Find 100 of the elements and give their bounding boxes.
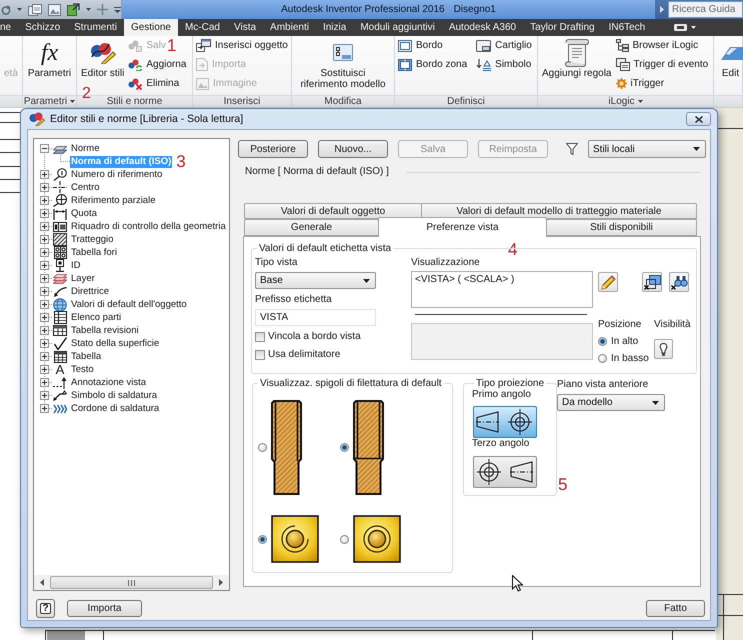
ribbon-button[interactable]: fx Parametri	[26, 36, 74, 79]
tree-item[interactable]: Stato della superficie	[52, 338, 160, 350]
style-filter-dropdown[interactable]: Stili locali	[588, 140, 706, 158]
menu-caret-icon[interactable]	[114, 6, 121, 12]
ribbon-button[interactable]: Aggiorna	[127, 56, 188, 73]
ribbon-tab[interactable]: Vista	[226, 19, 264, 36]
expand-icon[interactable]	[40, 248, 49, 257]
visibility-button[interactable]	[654, 339, 673, 359]
tree-item[interactable]: Tabella fori	[52, 246, 118, 258]
tree-item[interactable]: Numero di riferimento	[52, 168, 164, 180]
tree-item[interactable]: Simbolo di saldatura	[52, 390, 158, 402]
picture-icon[interactable]	[48, 4, 61, 16]
expand-icon[interactable]	[40, 365, 49, 374]
expand-icon[interactable]	[40, 261, 49, 270]
expand-icon[interactable]	[40, 209, 49, 218]
expand-icon[interactable]	[40, 339, 49, 348]
panel-toggle-icon[interactable]	[674, 24, 696, 31]
ribbon-tab[interactable]: Moduli aggiuntivi	[353, 19, 442, 36]
dialog-button[interactable]: Fatto	[646, 600, 705, 617]
document-icon[interactable]	[28, 4, 42, 16]
tree-item[interactable]: Tabella	[52, 350, 102, 362]
ribbon-button[interactable]: Simbolo	[475, 56, 532, 73]
ribbon-tab[interactable]: Autodesk A360	[442, 19, 524, 36]
caret-icon[interactable]	[86, 8, 91, 11]
expand-icon[interactable]	[40, 404, 49, 413]
tree-item[interactable]: Tratteggio	[52, 234, 114, 246]
ribbon-tab[interactable]: Inizia	[316, 19, 354, 36]
tree-item[interactable]: A Testo	[52, 364, 95, 376]
filter-icon[interactable]	[566, 143, 578, 155]
expand-icon[interactable]	[40, 352, 49, 361]
ribbon-button[interactable]: Bordo zona	[397, 56, 468, 73]
tree-item[interactable]: Riferimento parziale	[52, 194, 156, 206]
expand-icon[interactable]	[40, 300, 49, 309]
scrollbar-thumb[interactable]	[50, 576, 213, 589]
collapse-icon[interactable]	[40, 144, 49, 153]
label-format-field[interactable]: <VISTA> ( <SCALA> )	[411, 271, 593, 308]
expand-icon[interactable]	[40, 170, 49, 179]
ribbon-button[interactable]: Trigger di evento	[614, 56, 710, 73]
tab[interactable]: Preferenze vista	[378, 217, 547, 237]
ribbon-button[interactable]: Editor stili	[79, 36, 126, 79]
tab[interactable]: Valori di default modello di tratteggio materiale	[421, 203, 697, 219]
tab[interactable]: Stili disponibili	[546, 219, 697, 236]
tree-item[interactable]: Elenco parti	[52, 312, 122, 324]
ribbon-tab[interactable]: Taylor Drafting	[523, 19, 602, 36]
dropdown-arrow-icon[interactable]	[70, 100, 76, 103]
ribbon-button[interactable]: Edit	[716, 36, 743, 79]
ribbon-tab[interactable]: Strumenti	[67, 19, 124, 36]
expand-icon[interactable]	[40, 313, 49, 322]
radio-button[interactable]	[258, 443, 267, 452]
expand-icon[interactable]	[40, 391, 49, 400]
caret-icon[interactable]	[17, 8, 22, 11]
ribbon-tab[interactable]: Schizzo	[18, 19, 68, 36]
toolbar-button[interactable]: Nuovo...	[318, 140, 388, 158]
ribbon-button[interactable]: Browser iLogic	[614, 37, 700, 54]
radio-button[interactable]	[340, 534, 349, 544]
projection-button[interactable]	[473, 456, 537, 488]
tree-item[interactable]: Centro	[52, 182, 101, 194]
expand-icon[interactable]	[40, 183, 49, 192]
ribbon-tab[interactable]: Gestione	[124, 19, 178, 36]
tree-item[interactable]: ID	[52, 260, 82, 272]
tab[interactable]: Generale	[244, 219, 379, 236]
tab[interactable]: Valori di default oggetto	[244, 203, 422, 219]
scroll-right-icon[interactable]	[219, 579, 223, 586]
tree-item[interactable]: Valori di default dell'oggetto	[52, 298, 188, 310]
dialog-button[interactable]: Importa	[67, 600, 142, 617]
prefix-field[interactable]: VISTA	[255, 309, 376, 326]
ribbon-button[interactable]: Elimina	[127, 75, 180, 92]
expand-icon[interactable]	[40, 378, 49, 387]
expand-icon[interactable]	[40, 196, 49, 205]
expand-icon[interactable]	[40, 222, 49, 231]
tree-item[interactable]: Annotazione vista	[52, 376, 147, 388]
ribbon-button[interactable]: Inserisci oggetto	[195, 37, 289, 54]
expand-icon[interactable]	[40, 235, 49, 244]
ribbon-tab[interactable]: IN6Tech	[602, 19, 652, 36]
scroll-left-icon[interactable]	[40, 579, 44, 586]
search-field[interactable]: Ricerca Guida	[668, 1, 743, 18]
view-type-dropdown[interactable]: Base	[255, 272, 376, 289]
expand-icon[interactable]	[40, 274, 49, 283]
ribbon-tab[interactable]: ne	[0, 19, 18, 36]
tree-item[interactable]: Layer	[52, 272, 96, 284]
ribbon-button[interactable]: Aggiungi regola	[540, 36, 614, 79]
help-button[interactable]: ?	[36, 599, 55, 618]
ribbon-button[interactable]: iTrigger	[614, 75, 666, 92]
symbol-button[interactable]	[642, 272, 662, 292]
dropdown-arrow-icon[interactable]	[638, 100, 643, 103]
radio-button[interactable]	[598, 337, 607, 346]
expand-icon[interactable]	[40, 287, 49, 296]
ribbon-button[interactable]: Cartiglio	[475, 37, 533, 54]
radio-button[interactable]	[340, 443, 349, 452]
radio-button[interactable]	[598, 354, 607, 363]
radio-button[interactable]	[258, 534, 267, 544]
tree-item[interactable]: Quota	[52, 208, 98, 220]
projection-button[interactable]	[473, 406, 537, 438]
tree-item[interactable]: Tabella revisioni	[52, 324, 140, 336]
toolbar-button[interactable]: Posteriore	[238, 140, 308, 158]
ribbon-button[interactable]: Bordo	[397, 37, 444, 54]
edit-format-button[interactable]	[598, 272, 618, 292]
expand-icon[interactable]	[40, 326, 49, 335]
ribbon-button[interactable]: Sostituisci riferimento modello	[294, 36, 392, 90]
front-view-dropdown[interactable]: Da modello	[557, 394, 665, 411]
